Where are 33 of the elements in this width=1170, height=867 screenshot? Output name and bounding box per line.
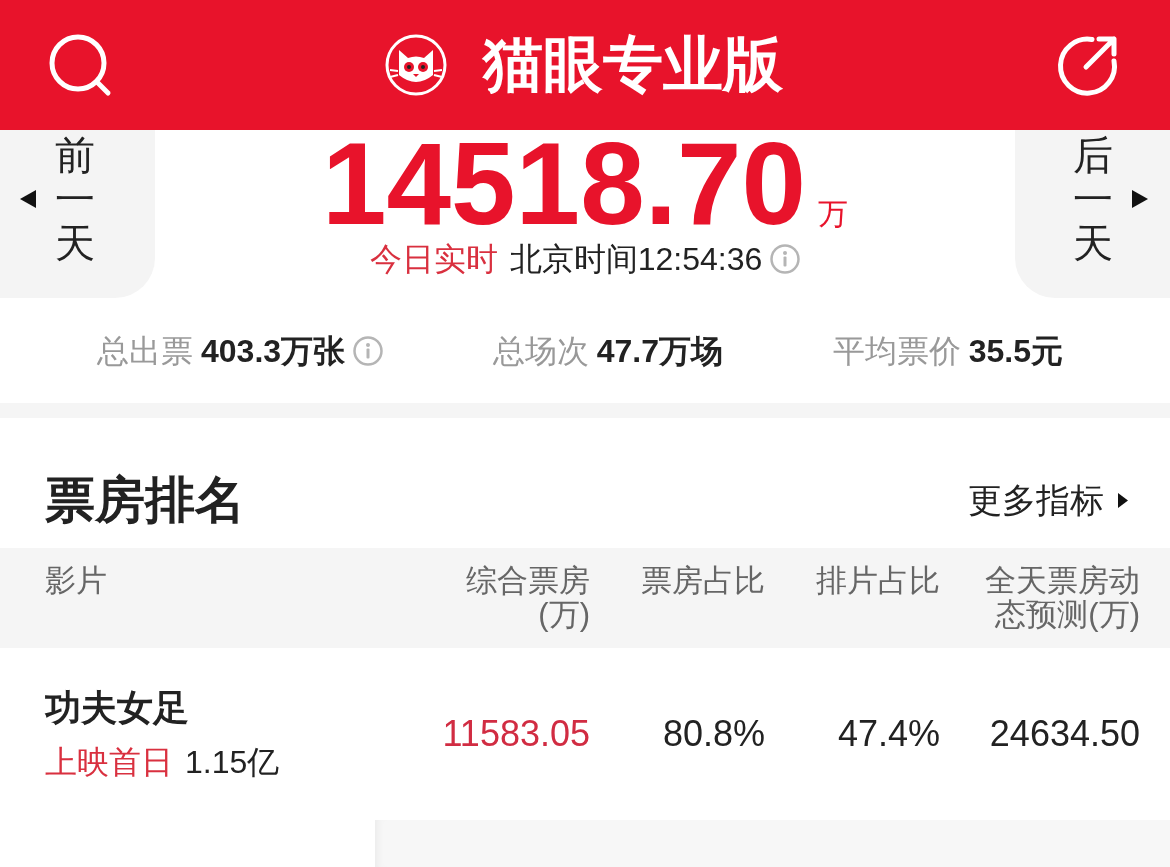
caret-right-icon [1132,190,1148,208]
table-cell: 80.8% [662,712,765,756]
column-header: 影片 [45,564,107,598]
stat-value: 35.5元 [968,331,1063,371]
stat-label: 总出票 [97,331,193,371]
caret-right-icon [1118,492,1128,508]
stat-label: 总场次 [492,331,589,371]
stat-value: 403.3万张 [201,331,346,371]
total-box-office: 14518.70 [322,136,806,232]
column-header: 票房占比 [641,564,765,598]
release-gross: 1.15亿 [185,743,280,782]
cat-logo-icon [385,34,447,96]
more-metrics-link[interactable]: 更多指标 [968,480,1128,520]
realtime-label: 今日实时 [369,240,498,279]
next-day-button[interactable]: 后一天 [1015,130,1170,298]
previous-day-button[interactable]: 前一天 [0,130,155,298]
stat-value: 47.7万场 [596,331,724,371]
search-icon[interactable] [48,33,112,97]
section-title: 票房排名 [45,471,245,530]
beijing-time: 北京时间12:54:36 [509,240,763,279]
column-header: 全天票房动态预测(万) [984,564,1140,632]
film-title: 功夫女足 [45,686,189,730]
unit-label: 万 [817,197,848,231]
stat-label: 平均票价 [832,331,961,371]
table-cell: 24634.50 [989,712,1140,756]
table-cell: 47.4% [837,712,940,756]
share-icon[interactable] [1056,33,1120,97]
release-label: 上映首日 [45,743,173,782]
table-cell: 11583.05 [442,712,590,756]
column-header: 综合票房(万) [465,564,590,632]
column-header: 排片占比 [816,564,940,598]
app-title: 猫眼专业版 [483,30,783,100]
caret-left-icon [20,190,36,208]
